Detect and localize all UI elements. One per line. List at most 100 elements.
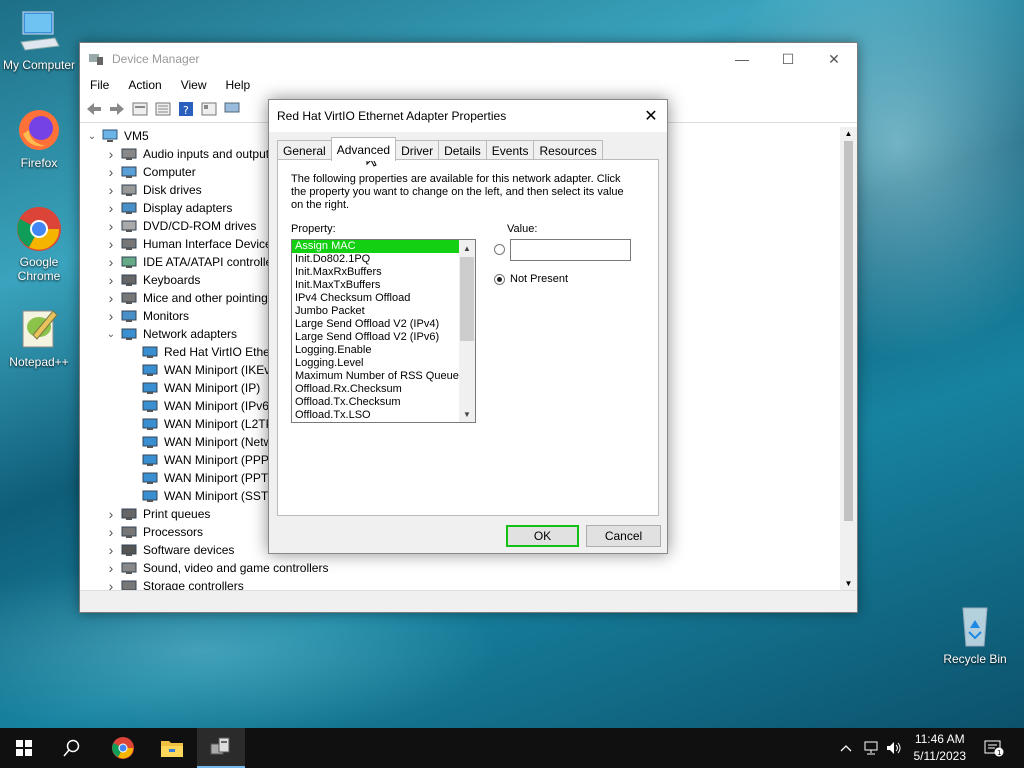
start-button[interactable]	[0, 728, 48, 768]
chevron-right-icon[interactable]: ›	[105, 200, 117, 216]
chevron-right-icon[interactable]: ›	[105, 182, 117, 198]
tab-advanced[interactable]: Advanced	[330, 137, 397, 161]
tab-details[interactable]: Details	[438, 140, 487, 160]
not-present-radio[interactable]	[494, 274, 505, 285]
list-icon[interactable]	[153, 99, 173, 119]
system-clock[interactable]: 11:46 AM 5/11/2023	[914, 731, 967, 765]
desktop-icon-notepadpp[interactable]: Notepad++	[1, 305, 77, 369]
device-category-icon	[121, 183, 137, 197]
ok-button[interactable]: OK	[506, 525, 579, 547]
search-icon	[63, 739, 80, 757]
dialog-title-bar[interactable]: Red Hat VirtIO Ethernet Adapter Properti…	[269, 100, 667, 132]
desktop-icon-recycle-bin[interactable]: Recycle Bin	[937, 602, 1013, 666]
property-list-item[interactable]: Assign MAC	[292, 240, 475, 253]
tree-item-label: Sound, video and game controllers	[143, 561, 329, 575]
chevron-up-icon[interactable]: ▲	[459, 240, 475, 256]
taskbar-chrome[interactable]	[99, 728, 147, 768]
property-list-item[interactable]: Offload.Tx.Checksum	[292, 396, 475, 409]
tab-driver[interactable]: Driver	[395, 140, 440, 160]
menu-help[interactable]: Help	[226, 78, 251, 92]
chevron-right-icon[interactable]: ›	[105, 290, 117, 306]
desktop-icon-firefox[interactable]: Firefox	[1, 106, 77, 170]
chevron-right-icon[interactable]: ›	[105, 164, 117, 180]
tab-events[interactable]: Events	[485, 140, 535, 160]
desktop-icon-chrome[interactable]: Google Chrome	[1, 205, 77, 283]
tab-resources[interactable]: Resources	[533, 140, 603, 160]
menu-file[interactable]: File	[90, 78, 109, 92]
listbox-scrollbar[interactable]: ▲ ▼	[459, 240, 475, 422]
close-button[interactable]: ✕	[811, 43, 857, 75]
property-list-item[interactable]: Jumbo Packet	[292, 305, 475, 318]
scrollbar-thumb[interactable]	[844, 141, 853, 521]
chevron-right-icon[interactable]: ›	[105, 146, 117, 162]
scroll-down-icon[interactable]: ▼	[840, 577, 857, 591]
value-radio[interactable]	[494, 244, 505, 255]
view-icon[interactable]	[199, 99, 219, 119]
minimize-button[interactable]: —	[719, 43, 765, 75]
chevron-down-icon[interactable]: ⌄	[86, 131, 98, 142]
notification-icon[interactable]: 1	[980, 728, 1008, 768]
window-title: Device Manager	[112, 52, 200, 66]
chevron-right-icon[interactable]: ›	[105, 236, 117, 252]
property-list-item[interactable]: IPv4 Checksum Offload	[292, 292, 475, 305]
device-category-icon	[121, 273, 137, 287]
property-list-item[interactable]: Logging.Enable	[292, 344, 475, 357]
property-list-item[interactable]: Maximum Number of RSS Queues	[292, 370, 475, 383]
volume-icon[interactable]	[884, 728, 904, 768]
chevron-right-icon[interactable]: ›	[105, 560, 117, 576]
chrome-icon	[15, 205, 63, 253]
value-input[interactable]	[510, 239, 631, 261]
chevron-down-icon[interactable]: ▼	[459, 406, 475, 422]
back-icon[interactable]	[84, 99, 104, 119]
property-list-item[interactable]: Init.Do802.1PQ	[292, 253, 475, 266]
help-icon[interactable]: ?	[176, 99, 196, 119]
chevron-right-icon[interactable]: ›	[105, 308, 117, 324]
chevron-right-icon[interactable]: ›	[105, 218, 117, 234]
chevron-up-icon[interactable]	[836, 728, 856, 768]
cancel-button[interactable]: Cancel	[586, 525, 661, 547]
chevron-right-icon[interactable]: ›	[105, 272, 117, 288]
menu-action[interactable]: Action	[128, 78, 161, 92]
chevron-right-icon[interactable]: ›	[105, 542, 117, 558]
device-category-icon	[121, 507, 137, 521]
menu-view[interactable]: View	[181, 78, 207, 92]
dialog-close-button[interactable]: ✕	[635, 100, 667, 132]
monitor-icon[interactable]	[222, 99, 242, 119]
taskbar-file-explorer[interactable]	[148, 728, 196, 768]
desktop-icon-my-computer[interactable]: My Computer	[1, 8, 77, 72]
taskbar-device-manager[interactable]	[197, 728, 245, 768]
property-list-item[interactable]: Large Send Offload V2 (IPv4)	[292, 318, 475, 331]
tab-strip: General Advanced Driver Details Events R…	[277, 137, 603, 161]
search-button[interactable]	[48, 728, 96, 768]
tree-category-item[interactable]: › Sound, video and game controllers	[80, 559, 842, 577]
tree-item-label: Software devices	[143, 543, 235, 557]
forward-icon[interactable]	[107, 99, 127, 119]
properties-icon[interactable]	[130, 99, 150, 119]
chevron-right-icon[interactable]: ›	[105, 524, 117, 540]
property-list-item[interactable]: Init.MaxRxBuffers	[292, 266, 475, 279]
property-list-item[interactable]: Logging.Level	[292, 357, 475, 370]
value-label: Value:	[507, 223, 538, 235]
property-listbox[interactable]: Assign MAC Init.Do802.1PQ Init.MaxRxBuffer…	[291, 239, 476, 423]
scroll-up-icon[interactable]: ▲	[840, 127, 857, 141]
tree-item-label: WAN Miniport (SSTP)	[164, 489, 281, 503]
desktop-icon-label: Google Chrome	[17, 255, 61, 283]
chevron-right-icon[interactable]: ›	[105, 506, 117, 522]
chevron-down-icon[interactable]: ⌄	[105, 329, 117, 340]
chevron-right-icon[interactable]: ›	[105, 254, 117, 270]
desktop-icon-label: Notepad++	[9, 355, 69, 369]
svg-text:1: 1	[997, 749, 1001, 757]
device-category-icon	[121, 309, 137, 323]
maximize-button[interactable]: ☐	[765, 43, 811, 75]
property-list-item[interactable]: Offload.Tx.LSO	[292, 409, 475, 422]
listbox-scroll-thumb[interactable]	[460, 257, 474, 341]
vertical-scrollbar[interactable]: ▲ ▼	[840, 127, 857, 591]
device-category-icon	[121, 543, 137, 557]
tab-general[interactable]: General	[277, 140, 332, 160]
network-icon[interactable]	[861, 728, 881, 768]
property-list-item[interactable]: Offload.Rx.Checksum	[292, 383, 475, 396]
tree-item-label: Human Interface Devices	[143, 237, 278, 251]
property-list-item[interactable]: Init.MaxTxBuffers	[292, 279, 475, 292]
property-list-item[interactable]: Large Send Offload V2 (IPv6)	[292, 331, 475, 344]
tree-category-item[interactable]: › Storage controllers	[80, 577, 842, 591]
